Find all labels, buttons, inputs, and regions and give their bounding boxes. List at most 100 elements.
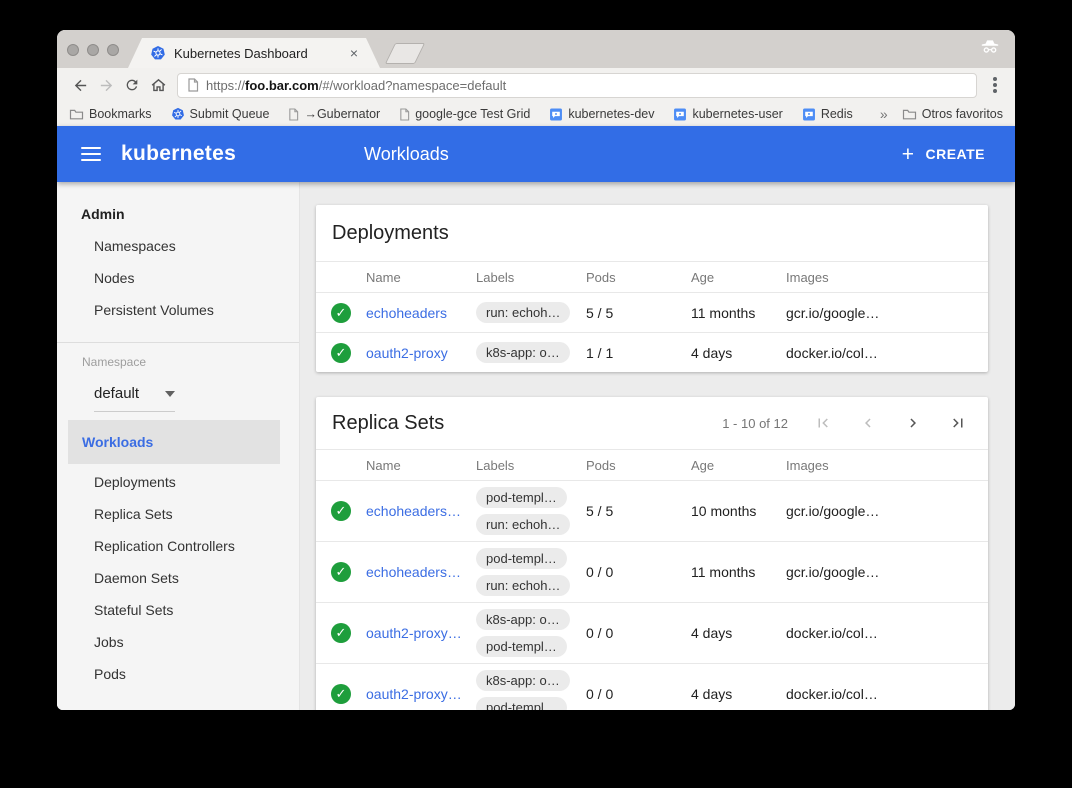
deployments-card: Deployments Name Labels Pods Age Images … xyxy=(316,205,988,372)
kubernetes-logo[interactable]: kubernetes xyxy=(121,142,236,166)
sidebar-item-jobs[interactable]: Jobs xyxy=(57,626,299,658)
bookmarks-bar: Bookmarks Submit Queue →Gubernator googl… xyxy=(57,102,1015,126)
bookmarks-overflow-icon[interactable]: » xyxy=(880,106,888,122)
hamburger-menu-icon[interactable] xyxy=(81,147,101,161)
page-icon xyxy=(187,78,199,92)
tab-title: Kubernetes Dashboard xyxy=(174,46,308,61)
bookmark-bookmarks-folder[interactable]: Bookmarks xyxy=(69,107,152,121)
next-page-icon[interactable] xyxy=(903,413,923,433)
age-cell: 10 months xyxy=(691,503,786,519)
table-header: Name Labels Pods Age Images xyxy=(316,449,988,480)
reload-icon[interactable] xyxy=(119,72,145,98)
page-title: Workloads xyxy=(364,144,449,165)
status-ok-icon: ✓ xyxy=(331,303,351,323)
tab-close-icon[interactable]: × xyxy=(350,46,358,60)
namespace-label: Namespace xyxy=(57,355,299,369)
bookmark-gubernator[interactable]: →Gubernator xyxy=(288,107,380,121)
forward-icon[interactable] xyxy=(93,72,119,98)
resource-link[interactable]: echoheaders… xyxy=(366,564,461,580)
pods-cell: 1 / 1 xyxy=(586,345,691,361)
sidebar-divider xyxy=(57,342,299,343)
age-cell: 4 days xyxy=(691,625,786,641)
home-icon[interactable] xyxy=(145,72,171,98)
label-chip: k8s-app: o… xyxy=(476,609,570,630)
images-cell: gcr.io/google… xyxy=(786,305,940,321)
sidebar-item-daemon-sets[interactable]: Daemon Sets xyxy=(57,562,299,594)
browser-window: Kubernetes Dashboard × https://foo.bar.c… xyxy=(57,30,1015,710)
label-chip: k8s-app: o… xyxy=(476,670,570,691)
pagination-range: 1 - 10 of 12 xyxy=(722,416,788,431)
sidebar-item-replica-sets[interactable]: Replica Sets xyxy=(57,498,299,530)
card-title: Deployments xyxy=(316,205,988,261)
browser-menu-icon[interactable] xyxy=(993,83,997,87)
groups-icon xyxy=(802,108,816,121)
bookmark-redis[interactable]: Redis xyxy=(802,107,853,121)
back-icon[interactable] xyxy=(67,72,93,98)
table-header: Name Labels Pods Age Images xyxy=(316,261,988,292)
bookmark-otros-favoritos-folder[interactable]: Otros favoritos xyxy=(902,107,1003,121)
new-tab-button[interactable] xyxy=(385,43,425,64)
status-ok-icon: ✓ xyxy=(331,684,351,704)
images-cell: docker.io/col… xyxy=(786,686,940,702)
groups-icon xyxy=(673,108,687,121)
address-bar[interactable]: https://foo.bar.com/#/workload?namespace… xyxy=(177,73,977,98)
status-ok-icon: ✓ xyxy=(331,343,351,363)
pods-cell: 0 / 0 xyxy=(586,625,691,641)
browser-tab[interactable]: Kubernetes Dashboard × xyxy=(128,38,380,68)
content-area: Deployments Name Labels Pods Age Images … xyxy=(300,182,1015,710)
tab-strip: Kubernetes Dashboard × xyxy=(57,30,1015,68)
bookmark-kubernetes-dev[interactable]: kubernetes-dev xyxy=(549,107,654,121)
resource-link[interactable]: oauth2-proxy xyxy=(366,345,448,361)
window-minimize-button[interactable] xyxy=(87,44,99,56)
table-row: ✓ oauth2-proxy… k8s-app: o… pod-templ… 0… xyxy=(316,663,988,710)
label-chip: run: echoh… xyxy=(476,302,570,323)
pods-cell: 0 / 0 xyxy=(586,686,691,702)
namespace-select[interactable]: default xyxy=(94,385,175,412)
sidebar-item-admin[interactable]: Admin xyxy=(57,198,299,230)
previous-page-icon[interactable] xyxy=(858,413,878,433)
sidebar-item-namespaces[interactable]: Namespaces xyxy=(57,230,299,262)
kubernetes-icon xyxy=(171,107,185,121)
last-page-icon[interactable] xyxy=(948,413,968,433)
bookmark-google-gce-test-grid[interactable]: google-gce Test Grid xyxy=(399,107,530,121)
age-cell: 4 days xyxy=(691,686,786,702)
images-cell: gcr.io/google… xyxy=(786,564,940,580)
sidebar-item-workloads[interactable]: Workloads xyxy=(68,420,280,464)
resource-link[interactable]: echoheaders… xyxy=(366,503,461,519)
groups-icon xyxy=(549,108,563,121)
resource-link[interactable]: echoheaders xyxy=(366,305,447,321)
table-row: ✓ echoheaders run: echoh… 5 / 5 11 month… xyxy=(316,292,988,332)
label-chip: run: echoh… xyxy=(476,575,570,596)
folder-icon xyxy=(69,108,84,120)
window-zoom-button[interactable] xyxy=(107,44,119,56)
resource-link[interactable]: oauth2-proxy… xyxy=(366,686,462,702)
label-chip: pod-templ… xyxy=(476,548,567,569)
label-chip: pod-templ… xyxy=(476,487,567,508)
pods-cell: 5 / 5 xyxy=(586,503,691,519)
sidebar-item-pods[interactable]: Pods xyxy=(57,658,299,690)
sidebar-item-persistent-volumes[interactable]: Persistent Volumes xyxy=(57,294,299,326)
first-page-icon[interactable] xyxy=(813,413,833,433)
label-chip: run: echoh… xyxy=(476,514,570,535)
sidebar-item-stateful-sets[interactable]: Stateful Sets xyxy=(57,594,299,626)
folder-icon xyxy=(902,108,917,120)
replica-sets-card: Replica Sets 1 - 10 of 12 Name Labels Po… xyxy=(316,397,988,710)
card-title: Replica Sets xyxy=(332,412,444,435)
pagination: 1 - 10 of 12 xyxy=(722,413,968,433)
bookmark-kubernetes-user[interactable]: kubernetes-user xyxy=(673,107,782,121)
sidebar-item-nodes[interactable]: Nodes xyxy=(57,262,299,294)
app-header: kubernetes Workloads + CREATE xyxy=(57,126,1015,182)
create-button[interactable]: + CREATE xyxy=(902,144,985,165)
images-cell: gcr.io/google… xyxy=(786,503,940,519)
sidebar-item-replication-controllers[interactable]: Replication Controllers xyxy=(57,530,299,562)
bookmark-submit-queue[interactable]: Submit Queue xyxy=(171,107,270,121)
status-ok-icon: ✓ xyxy=(331,562,351,582)
resource-link[interactable]: oauth2-proxy… xyxy=(366,625,462,641)
sidebar-item-deployments[interactable]: Deployments xyxy=(57,466,299,498)
window-close-button[interactable] xyxy=(67,44,79,56)
browser-toolbar: https://foo.bar.com/#/workload?namespace… xyxy=(57,68,1015,102)
dropdown-arrow-icon xyxy=(165,391,175,402)
main-area: Admin Namespaces Nodes Persistent Volume… xyxy=(57,182,1015,710)
images-cell: docker.io/col… xyxy=(786,345,940,361)
label-chip: pod-templ… xyxy=(476,697,567,710)
